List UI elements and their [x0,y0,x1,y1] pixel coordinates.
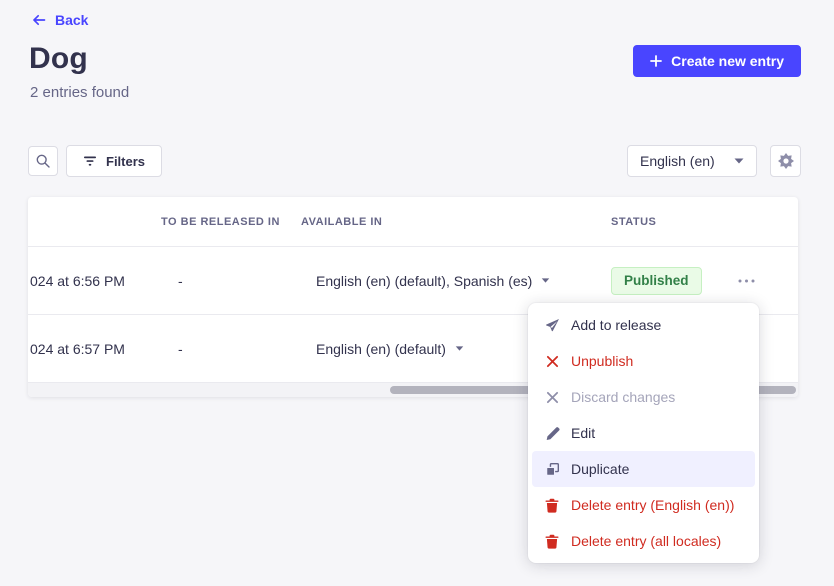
trash-icon [544,534,560,549]
gear-icon [778,153,794,169]
filters-label: Filters [106,154,145,169]
chevron-down-icon [455,346,464,351]
context-menu: Add to release Unpublish Discard changes… [528,303,759,563]
column-header-status: STATUS [611,216,656,228]
chevron-down-icon [734,158,744,164]
create-new-entry-label: Create new entry [671,53,784,69]
pencil-icon [544,426,560,441]
locales-expand-button[interactable]: English (en) (default) [316,341,464,357]
column-header-to-be-released-in: TO BE RELEASED IN [161,216,280,228]
chevron-down-icon [541,278,550,283]
search-button[interactable] [28,146,58,176]
menu-item-edit[interactable]: Edit [532,415,755,451]
page: Back Dog 2 entries found Create new entr… [0,0,834,586]
locales-expand-button[interactable]: English (en) (default), Spanish (es) [316,273,550,289]
menu-item-delete-entry-all-locales[interactable]: Delete entry (all locales) [532,523,755,559]
paper-plane-icon [544,318,560,333]
page-title: Dog [29,42,88,76]
menu-item-add-to-release[interactable]: Add to release [532,307,755,343]
entries-count: 2 entries found [30,84,129,101]
trash-icon [544,498,560,513]
locale-select[interactable]: English (en) [627,145,757,177]
menu-item-unpublish[interactable]: Unpublish [532,343,755,379]
table-header-row: TO BE RELEASED IN AVAILABLE IN STATUS [28,197,798,247]
create-new-entry-button[interactable]: Create new entry [633,45,801,77]
settings-button[interactable] [770,145,801,177]
cell-available-in: English (en) (default), Spanish (es) [316,273,532,289]
menu-item-delete-entry-locale[interactable]: Delete entry (English (en)) [532,487,755,523]
status-badge: Published [611,267,702,295]
filter-icon [83,155,97,167]
menu-item-label: Edit [571,425,595,441]
back-label: Back [55,12,88,28]
menu-item-label: Discard changes [571,389,675,405]
menu-item-label: Unpublish [571,353,633,369]
back-link[interactable]: Back [31,12,88,28]
row-actions-button[interactable] [728,267,764,295]
menu-item-duplicate[interactable]: Duplicate [532,451,755,487]
cell-updated-at: 024 at 6:56 PM [30,273,125,289]
cross-icon [544,391,560,404]
search-icon [35,153,51,169]
cell-to-be-released-in: - [178,273,183,289]
ellipsis-icon [738,279,755,283]
menu-item-label: Duplicate [571,461,629,477]
cross-icon [544,355,560,368]
cell-available-in: English (en) (default) [316,341,446,357]
menu-item-label: Delete entry (all locales) [571,533,721,549]
cell-updated-at: 024 at 6:57 PM [30,341,125,357]
menu-item-label: Delete entry (English (en)) [571,497,734,513]
menu-item-discard-changes[interactable]: Discard changes [532,379,755,415]
plus-icon [650,55,662,67]
back-arrow-icon [31,12,47,28]
menu-item-label: Add to release [571,317,661,333]
locale-select-value: English (en) [640,153,715,169]
filters-button[interactable]: Filters [66,145,162,177]
column-header-available-in: AVAILABLE IN [301,216,382,228]
duplicate-icon [544,462,560,477]
cell-to-be-released-in: - [178,341,183,357]
